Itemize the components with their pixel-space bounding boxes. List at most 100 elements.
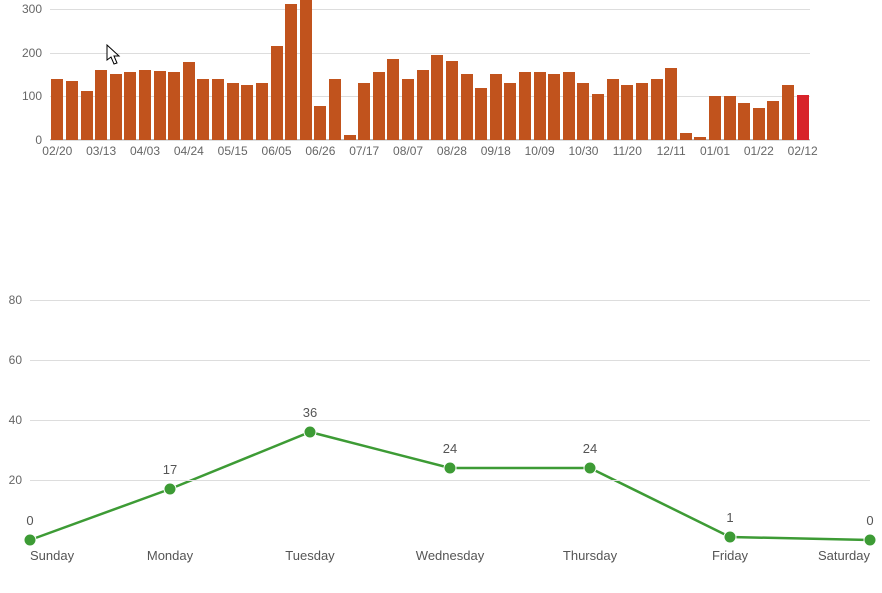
bar-chart-x-tick: 04/24 (174, 140, 204, 158)
bar[interactable] (577, 83, 589, 140)
bar[interactable] (651, 79, 663, 140)
bar-chart-x-tick: 12/11 (657, 140, 686, 158)
bar[interactable] (241, 85, 253, 140)
line-chart-svg (30, 270, 870, 540)
line-point-label: 17 (163, 462, 177, 483)
bar[interactable] (81, 91, 93, 140)
bar[interactable] (797, 95, 809, 140)
line-point-label: 0 (26, 513, 33, 534)
line-chart-y-tick: 80 (0, 293, 30, 307)
bar-chart-x-tick: 10/09 (525, 140, 555, 158)
bar[interactable] (183, 62, 195, 140)
bar[interactable] (66, 81, 78, 140)
line-point-label: 24 (583, 441, 597, 462)
bar[interactable] (314, 106, 326, 140)
bar[interactable] (168, 72, 180, 140)
bar[interactable] (753, 108, 765, 140)
bar[interactable] (767, 101, 779, 140)
bar[interactable] (329, 79, 341, 140)
bar-chart-x-tick: 04/03 (130, 140, 160, 158)
bar-chart-gridline (50, 140, 810, 141)
bar-chart-x-tick: 10/30 (568, 140, 598, 158)
bar[interactable] (636, 83, 648, 140)
bar-chart-x-tick: 02/12 (788, 140, 818, 158)
bar[interactable] (548, 74, 560, 140)
bar[interactable] (110, 74, 122, 140)
line-chart-category-label: Wednesday (416, 540, 484, 563)
weekly-bar-chart: 010020030002/2003/1304/0304/2405/1506/05… (0, 0, 840, 160)
line-chart-category-label: Monday (147, 540, 193, 563)
bar[interactable] (446, 61, 458, 140)
line-chart-category-label: Friday (712, 540, 748, 563)
line-chart-category-label: Thursday (563, 540, 617, 563)
bar[interactable] (212, 79, 224, 140)
bar-chart-gridline (50, 53, 810, 54)
bar-chart-x-tick: 02/20 (42, 140, 72, 158)
bar-chart-x-tick: 09/18 (481, 140, 511, 158)
bar[interactable] (431, 55, 443, 140)
line-chart-category-label: Sunday (30, 540, 74, 563)
bar[interactable] (738, 103, 750, 140)
bar-chart-gridline (50, 9, 810, 10)
line-chart-y-tick: 40 (0, 413, 30, 427)
bar[interactable] (607, 79, 619, 140)
bar-chart-x-tick: 08/28 (437, 140, 467, 158)
bar-chart-x-tick: 05/15 (218, 140, 248, 158)
bar[interactable] (124, 72, 136, 140)
bar-chart-plot-area: 010020030002/2003/1304/0304/2405/1506/05… (50, 0, 810, 140)
line-chart-plot-area: 204060800Sunday17Monday36Tuesday24Wednes… (30, 270, 870, 540)
bar-chart-x-tick: 08/07 (393, 140, 423, 158)
bar[interactable] (621, 85, 633, 140)
bar[interactable] (197, 79, 209, 140)
bar[interactable] (417, 70, 429, 140)
line-point[interactable] (444, 462, 456, 474)
line-chart-y-tick: 20 (0, 473, 30, 487)
line-point[interactable] (164, 483, 176, 495)
bar-chart-x-tick: 03/13 (86, 140, 116, 158)
line-point[interactable] (304, 426, 316, 438)
bar[interactable] (724, 96, 736, 140)
bar[interactable] (256, 83, 268, 140)
bar[interactable] (358, 83, 370, 140)
line-chart-gridline (30, 300, 870, 301)
bar[interactable] (519, 72, 531, 140)
weekday-line-chart: 20 40 60 80 0 Sunday 17 Monday 36 Tuesday 24 Wednes… (0, 270, 880, 570)
bar[interactable] (563, 72, 575, 140)
line-point[interactable] (584, 462, 596, 474)
bar[interactable] (475, 88, 487, 141)
bar[interactable] (373, 72, 385, 140)
line-point-label: 1 (726, 510, 733, 531)
line-point-label: 36 (303, 405, 317, 426)
line-chart-gridline (30, 420, 870, 421)
bar[interactable] (782, 85, 794, 140)
bar[interactable] (227, 83, 239, 140)
line-chart-category-label: Tuesday (285, 540, 334, 563)
bar[interactable] (461, 74, 473, 140)
bar[interactable] (504, 83, 516, 140)
bar-chart-x-tick: 06/26 (305, 140, 335, 158)
bar[interactable] (534, 72, 546, 140)
bar-chart-x-tick: 01/01 (700, 140, 730, 158)
bar-chart-y-tick: 200 (10, 46, 50, 60)
bar[interactable] (665, 68, 677, 140)
line-point-label: 0 (866, 513, 873, 534)
bar[interactable] (387, 59, 399, 140)
bar-chart-x-tick: 07/17 (349, 140, 379, 158)
bar[interactable] (51, 79, 63, 140)
bar[interactable] (402, 79, 414, 140)
bar[interactable] (271, 46, 283, 140)
line-chart-category-label: Saturday (818, 540, 870, 563)
bar-chart-x-tick: 06/05 (262, 140, 292, 158)
bar[interactable] (490, 74, 502, 140)
bar[interactable] (300, 0, 312, 140)
line-chart-y-tick: 60 (0, 353, 30, 367)
bar-chart-x-tick: 11/20 (613, 140, 642, 158)
bar[interactable] (592, 94, 604, 140)
bar[interactable] (154, 71, 166, 140)
bar[interactable] (285, 4, 297, 141)
bar-chart-x-tick: 01/22 (744, 140, 774, 158)
bar[interactable] (709, 96, 721, 140)
bar[interactable] (139, 70, 151, 140)
line-point-label: 24 (443, 441, 457, 462)
bar[interactable] (95, 70, 107, 140)
